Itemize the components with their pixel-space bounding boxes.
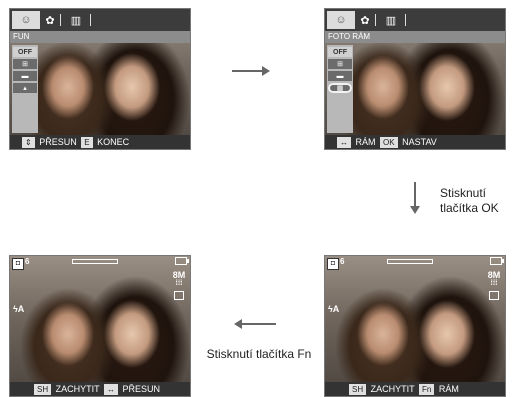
fun-menu-screen: ☺ ✿ ▥ FUN OFF ⊞ ▬ ▴ ⇕ PŘESUN E KONEC (9, 8, 191, 150)
film-tab-icon[interactable]: ▥ (381, 11, 401, 29)
e-key: E (81, 137, 93, 148)
film-tab-icon[interactable]: ▥ (66, 11, 86, 29)
camera-mode-icon: ◘ (12, 258, 24, 270)
caption-fn: Stisknutí tlačítka Fn (206, 347, 312, 361)
ok-key: OK (380, 137, 398, 148)
menu-item-off[interactable]: OFF (13, 47, 37, 57)
four-way-key-icon: ↔ (104, 384, 118, 395)
quality-icon: ⁞⁞⁞ (175, 280, 183, 287)
frame-mode-icon (174, 291, 184, 300)
photo-frame-menu-screen: ☺ ✿ ▥ FOTO RÁM OFF ⊞ ▬ ▦ ↔ RÁM OK NASTAV (324, 8, 506, 150)
shutter-key: SH (34, 384, 52, 395)
status-bar: ◘ 6 (325, 256, 505, 270)
hint-bar: ⇕ PŘESUN E KONEC (10, 135, 190, 149)
updown-key-icon: ⇕ (22, 137, 35, 148)
menu-options: OFF ⊞ ▬ ▴ (12, 45, 38, 133)
battery-icon (175, 257, 189, 265)
face-tab-icon[interactable]: ☺ (12, 11, 40, 29)
down-arrow-icon (410, 182, 420, 214)
menu-tabs: ☺ ✿ ▥ (325, 9, 505, 31)
menu-item-split-icon[interactable]: ▬ (328, 71, 352, 81)
shot-count: 6 (25, 257, 30, 266)
live-view-frame-screen: ◘ 6 8M ⁞⁞⁞ ϟA SH ZACHYTIT Fn RÁM (324, 255, 506, 397)
quality-icon: ⁞⁞⁞ (490, 280, 498, 287)
fn-key: Fn (419, 384, 435, 395)
palette-tab-icon[interactable]: ✿ (42, 11, 58, 29)
tab-separator (405, 14, 406, 26)
flash-auto-icon: ϟA (328, 304, 340, 314)
menu-title: FOTO RÁM (325, 31, 505, 43)
hint-bar: ↔ RÁM OK NASTAV (325, 135, 505, 149)
status-bar: ◘ 6 (10, 256, 190, 270)
end-label: KONEC (97, 137, 130, 147)
image-size: 8M (487, 270, 501, 280)
menu-item-split-icon[interactable]: ▬ (13, 71, 37, 81)
menu-options: OFF ⊞ ▬ ▦ (327, 45, 353, 133)
menu-tabs: ☺ ✿ ▥ (10, 9, 190, 31)
caption-ok: Stisknutí tlačítka OK (440, 186, 499, 215)
tab-separator (375, 14, 376, 26)
leftright-key-icon: ↔ (337, 137, 351, 148)
flash-auto-icon: ϟA (13, 304, 25, 314)
menu-item-composite-icon[interactable]: ⊞ (328, 59, 352, 69)
menu-item-frame-highlighted-icon[interactable]: ▦ (328, 83, 352, 93)
menu-item-frame-icon[interactable]: ▴ (13, 83, 37, 93)
capture-label: ZACHYTIT (370, 384, 415, 394)
camera-mode-icon: ◘ (327, 258, 339, 270)
left-arrow-icon (234, 319, 276, 329)
shot-count: 6 (340, 257, 345, 266)
settings-column: 8M ⁞⁞⁞ (487, 270, 501, 300)
right-arrow-icon (232, 66, 270, 76)
menu-title: FUN (10, 31, 190, 43)
tab-separator (60, 14, 61, 26)
menu-item-composite-icon[interactable]: ⊞ (13, 59, 37, 69)
frame-label: RÁM (438, 384, 459, 394)
hint-bar: SH ZACHYTIT Fn RÁM (325, 382, 505, 396)
set-label: NASTAV (402, 137, 437, 147)
settings-column: 8M ⁞⁞⁞ (172, 270, 186, 300)
battery-icon (490, 257, 504, 265)
face-tab-icon[interactable]: ☺ (327, 11, 355, 29)
tab-separator (90, 14, 91, 26)
capture-label: ZACHYTIT (55, 384, 100, 394)
image-size: 8M (172, 270, 186, 280)
frame-label: RÁM (355, 137, 376, 147)
zoom-bar (387, 259, 433, 264)
zoom-bar (72, 259, 118, 264)
frame-mode-icon (489, 291, 499, 300)
menu-item-off[interactable]: OFF (328, 47, 352, 57)
hint-bar: SH ZACHYTIT ↔ PŘESUN (10, 382, 190, 396)
move-label: PŘESUN (122, 384, 161, 394)
palette-tab-icon[interactable]: ✿ (357, 11, 373, 29)
live-view-move-screen: ◘ 6 8M ⁞⁞⁞ ϟA SH ZACHYTIT ↔ PŘESUN (9, 255, 191, 397)
shutter-key: SH (349, 384, 367, 395)
move-label: PŘESUN (39, 137, 77, 147)
